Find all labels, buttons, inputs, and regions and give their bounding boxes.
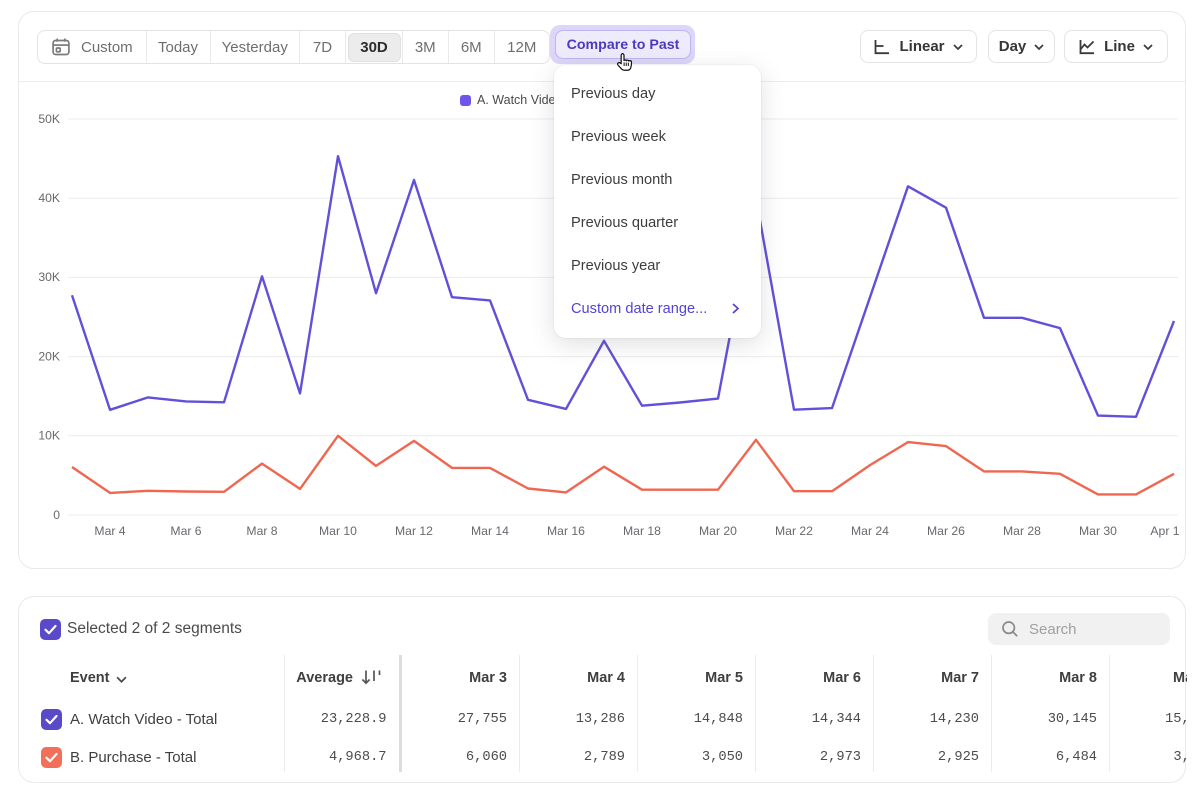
svg-text:Mar 18: Mar 18 [623, 524, 661, 538]
svg-text:Mar 28: Mar 28 [1003, 524, 1041, 538]
svg-text:Mar 20: Mar 20 [699, 524, 737, 538]
svg-text:10K: 10K [38, 429, 60, 443]
svg-text:50K: 50K [38, 112, 60, 126]
svg-text:30K: 30K [38, 270, 60, 284]
svg-text:Mar 22: Mar 22 [775, 524, 813, 538]
svg-text:Mar 14: Mar 14 [471, 524, 509, 538]
svg-text:20K: 20K [38, 349, 60, 363]
svg-text:Mar 8: Mar 8 [246, 524, 277, 538]
svg-text:Mar 16: Mar 16 [547, 524, 585, 538]
svg-text:40K: 40K [38, 191, 60, 205]
svg-text:Mar 12: Mar 12 [395, 524, 433, 538]
svg-text:Mar 10: Mar 10 [319, 524, 357, 538]
svg-text:0: 0 [53, 508, 60, 522]
svg-text:Mar 24: Mar 24 [851, 524, 889, 538]
svg-text:Mar 6: Mar 6 [170, 524, 201, 538]
svg-text:Mar 4: Mar 4 [94, 524, 125, 538]
svg-text:Mar 30: Mar 30 [1079, 524, 1117, 538]
svg-text:Apr 1: Apr 1 [1150, 524, 1179, 538]
svg-text:Mar 26: Mar 26 [927, 524, 965, 538]
